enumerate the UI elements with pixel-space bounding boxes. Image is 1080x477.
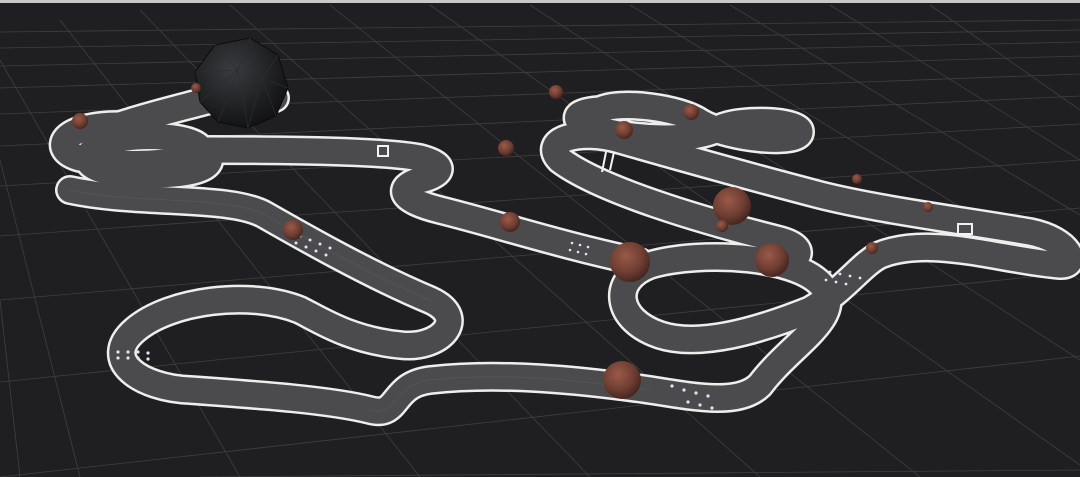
rock[interactable] (716, 220, 728, 232)
scene-viewport[interactable] (0, 0, 1080, 477)
rock[interactable] (866, 242, 878, 254)
rock[interactable] (713, 187, 751, 225)
rock[interactable] (852, 174, 862, 184)
rock[interactable] (923, 202, 933, 212)
rock[interactable] (603, 361, 641, 399)
scene-canvas[interactable] (0, 0, 1080, 477)
rock[interactable] (755, 243, 789, 277)
rock[interactable] (283, 220, 303, 240)
rock[interactable] (610, 242, 650, 282)
rock[interactable] (500, 212, 520, 232)
rock[interactable] (498, 140, 514, 156)
rock[interactable] (72, 113, 88, 129)
rock[interactable] (549, 85, 563, 99)
rock[interactable] (615, 121, 633, 139)
rock[interactable] (191, 83, 201, 93)
rock[interactable] (683, 104, 699, 120)
race-track[interactable] (49, 79, 1080, 427)
